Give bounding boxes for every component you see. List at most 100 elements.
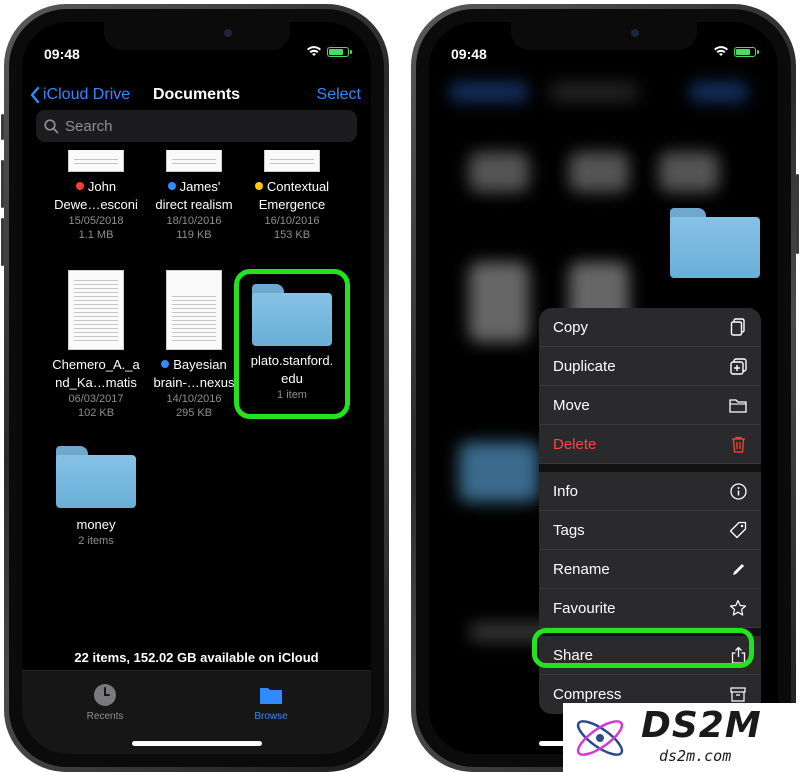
tag-icon — [729, 521, 747, 539]
file-name: John — [87, 179, 117, 194]
menu-label: Tags — [553, 521, 585, 539]
atom-logo-icon — [576, 720, 624, 756]
watermark-brand: DS2M — [641, 705, 762, 746]
wifi-icon — [714, 46, 728, 56]
menu-item-favourite[interactable]: Favourite — [539, 589, 761, 628]
copy-icon — [729, 318, 747, 336]
menu-item-tags[interactable]: Tags — [539, 511, 761, 550]
document-thumbnail — [68, 270, 124, 350]
file-date: 18/10/2016 — [166, 215, 222, 227]
menu-label: Duplicate — [553, 357, 616, 375]
navigation-bar: iCloud Drive Documents Select — [22, 80, 371, 110]
menu-item-copy[interactable]: Copy — [539, 308, 761, 347]
menu-label: Info — [553, 482, 579, 500]
tab-bar: Recents Browse — [22, 670, 371, 754]
menu-label: Rename — [553, 560, 610, 578]
menu-item-info[interactable]: Info — [539, 472, 761, 511]
tab-label: Recents — [86, 711, 124, 722]
right-phone: 09:48 Copy Duplicate Move Delete Info Ta… — [411, 4, 799, 772]
file-date: 15/05/2018 — [68, 215, 124, 227]
right-screen: 09:48 Copy Duplicate Move Delete Info Ta… — [429, 22, 778, 754]
clock-icon — [93, 683, 117, 707]
file-name-cont: Dewe…esconi — [54, 197, 138, 212]
document-thumbnail — [264, 150, 320, 172]
file-item[interactable]: James' direct realism 18/10/2016 119 KB — [144, 150, 244, 242]
document-thumbnail — [68, 150, 124, 172]
file-name: James' — [179, 179, 221, 194]
menu-item-move[interactable]: Move — [539, 386, 761, 425]
file-item[interactable]: John Dewe…esconi 15/05/2018 1.1 MB — [46, 150, 146, 242]
star-icon — [729, 599, 747, 617]
file-size: 295 KB — [175, 407, 213, 419]
file-name-cont: Emergence — [258, 197, 326, 212]
folder-item-count: 2 items — [78, 535, 114, 547]
folder-icon — [259, 683, 283, 707]
tab-browse[interactable]: Browse — [226, 683, 316, 722]
watermark: DS2M ds2m.com — [563, 703, 800, 772]
menu-label: Favourite — [553, 599, 616, 617]
file-date: 06/03/2017 — [68, 393, 124, 405]
notch — [103, 22, 290, 50]
left-phone: 09:48 iCloud Drive Documents Select Sear… — [1, 4, 389, 772]
file-item[interactable]: Contextual Emergence 16/10/2016 153 KB — [242, 150, 342, 242]
pencil-icon — [729, 560, 747, 578]
search-field[interactable]: Search — [36, 110, 357, 142]
battery-icon — [734, 46, 759, 57]
menu-item-rename[interactable]: Rename — [539, 550, 761, 589]
search-placeholder: Search — [65, 117, 113, 135]
select-button[interactable]: Select — [317, 86, 361, 104]
storage-info: 22 items, 152.02 GB available on iCloud — [74, 650, 319, 665]
menu-item-duplicate[interactable]: Duplicate — [539, 347, 761, 386]
file-name: Contextual — [266, 179, 330, 194]
file-item[interactable]: Chemero_A._a nd_Ka…matis 06/03/2017 102 … — [46, 270, 146, 420]
menu-separator — [539, 464, 761, 472]
tab-recents[interactable]: Recents — [60, 683, 150, 722]
info-icon — [729, 482, 747, 500]
search-icon — [44, 118, 59, 133]
file-size: 1.1 MB — [78, 229, 114, 241]
file-size: 153 KB — [273, 229, 311, 241]
tag-dot — [167, 182, 176, 190]
menu-label: Compress — [553, 686, 622, 703]
trash-icon — [729, 435, 747, 453]
tag-dot — [75, 182, 84, 190]
tag-dot — [254, 182, 263, 190]
file-item[interactable]: Bayesian brain-…nexus 14/10/2016 295 KB — [144, 270, 244, 420]
tag-dot — [161, 360, 170, 368]
file-date: 14/10/2016 — [166, 393, 222, 405]
screenshot-stage: 09:48 iCloud Drive Documents Select Sear… — [0, 0, 800, 772]
left-screen: 09:48 iCloud Drive Documents Select Sear… — [22, 22, 371, 754]
menu-label: Copy — [553, 318, 589, 336]
folder-item[interactable]: money 2 items — [46, 446, 146, 548]
home-indicator — [131, 741, 262, 746]
status-time: 09:48 — [451, 46, 487, 62]
menu-item-delete[interactable]: Delete — [539, 425, 761, 464]
archive-icon — [729, 686, 747, 704]
notch — [510, 22, 697, 50]
status-icons — [307, 46, 352, 57]
status-icons — [714, 46, 759, 57]
status-time: 09:48 — [44, 46, 80, 62]
selected-folder-preview — [670, 208, 760, 278]
menu-label: Delete — [553, 435, 597, 453]
wifi-icon — [307, 46, 321, 56]
file-name-cont: nd_Ka…matis — [55, 375, 137, 390]
folder-name: money — [76, 517, 116, 532]
tab-label: Browse — [254, 711, 288, 722]
folder-icon — [56, 446, 136, 508]
file-date: 16/10/2016 — [264, 215, 320, 227]
document-thumbnail — [166, 150, 222, 172]
file-size: 102 KB — [77, 407, 115, 419]
menu-label: Move — [553, 396, 590, 414]
document-thumbnail — [166, 270, 222, 350]
file-name: Bayesian — [173, 357, 227, 372]
highlight-outline — [234, 269, 350, 419]
duplicate-icon — [729, 357, 747, 375]
battery-icon — [327, 46, 352, 57]
folder-outline-icon — [729, 396, 747, 414]
file-name: Chemero_A._a — [52, 357, 140, 372]
file-size: 119 KB — [176, 229, 212, 241]
highlight-outline — [532, 628, 754, 668]
file-name-cont: brain-…nexus — [153, 375, 235, 390]
file-name-cont: direct realism — [155, 197, 233, 212]
